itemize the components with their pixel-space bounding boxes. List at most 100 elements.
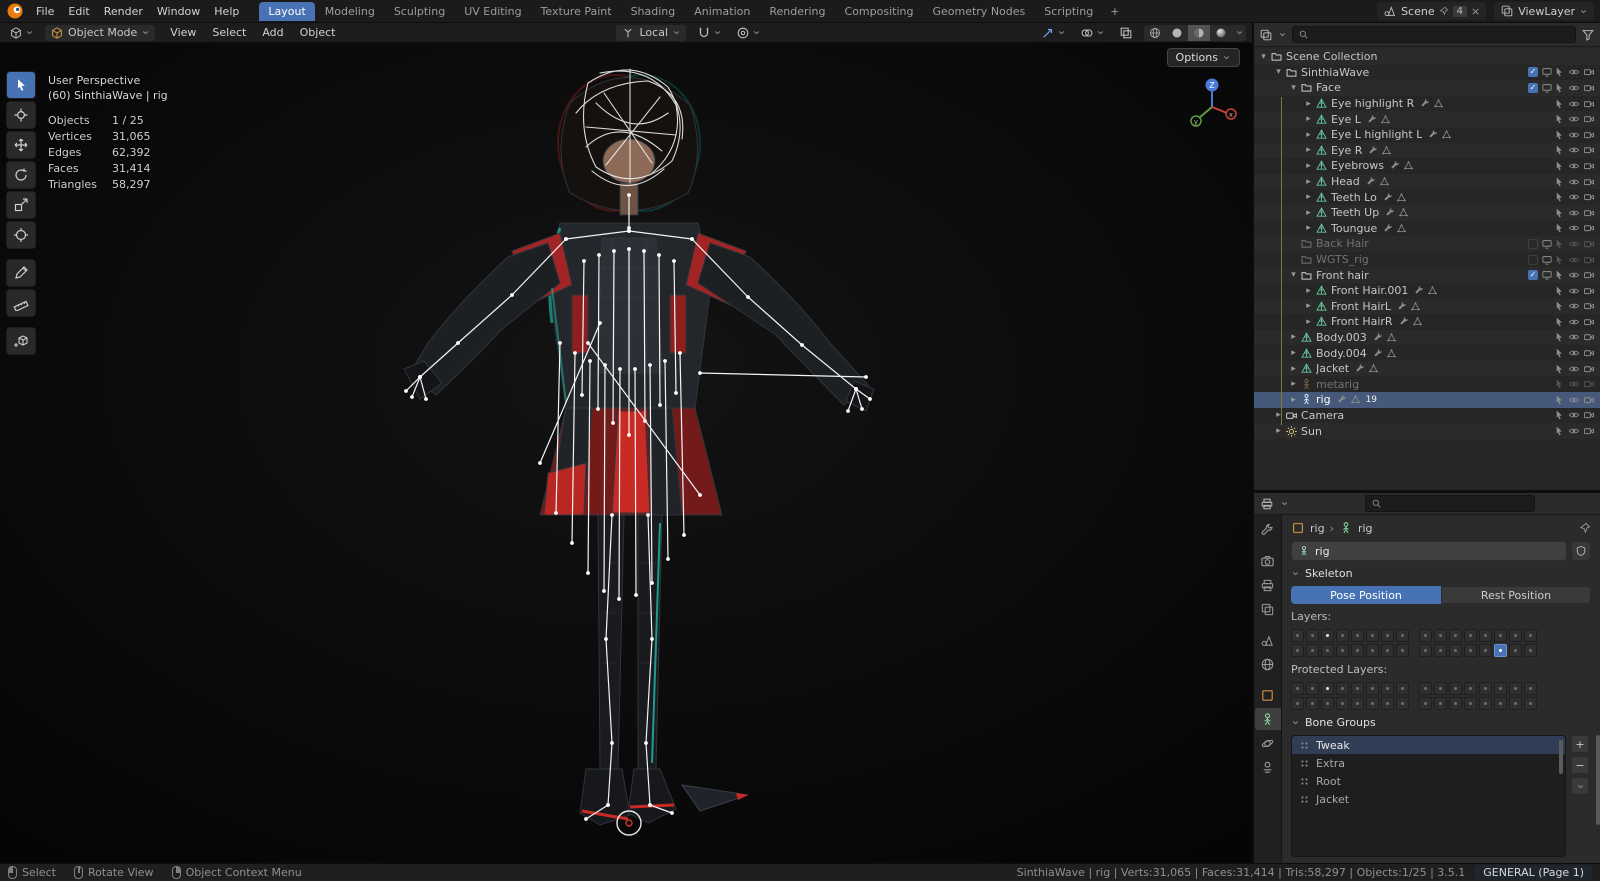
protected-layer-toggle[interactable] — [1366, 682, 1379, 695]
outliner-row[interactable]: Teeth Up — [1254, 204, 1600, 221]
outliner-row[interactable]: Face — [1254, 80, 1600, 96]
protected-layer-toggle[interactable] — [1509, 697, 1522, 710]
expand-arrow-icon[interactable] — [1273, 67, 1284, 77]
mode-dropdown[interactable]: Object Mode — [45, 24, 156, 41]
expand-arrow-icon[interactable] — [1303, 99, 1314, 109]
outliner-row[interactable]: WGTS_rig — [1254, 252, 1600, 268]
properties-editor-chevron[interactable] — [1280, 499, 1289, 508]
disable-render-camera-icon[interactable] — [1583, 207, 1595, 219]
layer-toggle[interactable] — [1321, 629, 1334, 642]
datablock-name-input[interactable] — [1315, 544, 1560, 558]
selectable-icon[interactable] — [1553, 254, 1565, 266]
layer-toggle[interactable] — [1381, 629, 1394, 642]
layer-toggle[interactable] — [1464, 644, 1477, 657]
expand-arrow-icon[interactable] — [1303, 301, 1314, 311]
outliner-editor-icon[interactable] — [1259, 28, 1273, 42]
disable-render-camera-icon[interactable] — [1583, 160, 1595, 172]
hide-viewport-eye-icon[interactable] — [1568, 66, 1580, 78]
workspace-tab[interactable]: Texture Paint — [532, 2, 621, 21]
tool-cursor[interactable] — [6, 101, 36, 129]
protected-layer-toggle[interactable] — [1479, 682, 1492, 695]
protected-layer-toggle[interactable] — [1464, 682, 1477, 695]
viewport-menu-item[interactable]: Select — [205, 24, 253, 41]
layer-toggle[interactable] — [1396, 644, 1409, 657]
fake-user-button[interactable] — [1571, 541, 1591, 561]
menu-item[interactable]: File — [29, 3, 61, 20]
outliner-row[interactable]: Eye R — [1254, 142, 1600, 159]
layer-toggle[interactable] — [1336, 629, 1349, 642]
protected-layer-toggle[interactable] — [1381, 697, 1394, 710]
layer-toggle[interactable] — [1366, 644, 1379, 657]
layer-toggle[interactable] — [1419, 644, 1432, 657]
menu-item[interactable]: Window — [150, 3, 207, 20]
expand-arrow-icon[interactable] — [1288, 332, 1299, 342]
disable-render-camera-icon[interactable] — [1583, 66, 1595, 78]
bone-groups-section-header[interactable]: Bone Groups — [1291, 716, 1591, 729]
expand-arrow-icon[interactable] — [1303, 177, 1314, 187]
disable-render-camera-icon[interactable] — [1583, 425, 1595, 437]
disable-render-camera-icon[interactable] — [1583, 331, 1595, 343]
layer-toggle[interactable] — [1351, 629, 1364, 642]
hide-viewport-eye-icon[interactable] — [1568, 347, 1580, 359]
outliner-row[interactable]: SinthiaWave — [1254, 65, 1600, 81]
protected-layer-toggle[interactable] — [1524, 682, 1537, 695]
scene-selector[interactable]: Scene 4 × — [1377, 2, 1487, 20]
layer-toggle[interactable] — [1449, 629, 1462, 642]
bone-group-specials-button[interactable] — [1571, 777, 1589, 795]
selectable-icon[interactable] — [1553, 222, 1565, 234]
layer-toggle[interactable] — [1419, 629, 1432, 642]
selectable-icon[interactable] — [1553, 98, 1565, 110]
expand-arrow-icon[interactable] — [1288, 395, 1299, 405]
menu-item[interactable]: Edit — [61, 3, 96, 20]
disable-render-camera-icon[interactable] — [1583, 347, 1595, 359]
tool-move[interactable] — [6, 131, 36, 159]
expand-arrow-icon[interactable] — [1288, 379, 1299, 389]
disable-render-camera-icon[interactable] — [1583, 285, 1595, 297]
disable-render-camera-icon[interactable] — [1583, 363, 1595, 375]
collection-checkbox[interactable] — [1528, 270, 1538, 281]
workspace-tab[interactable]: Shading — [622, 2, 685, 21]
disable-render-camera-icon[interactable] — [1583, 300, 1595, 312]
workspace-tab[interactable]: Sculpting — [385, 2, 454, 21]
selectable-icon[interactable] — [1553, 160, 1565, 172]
outliner-row[interactable]: Eye highlight R — [1254, 96, 1600, 112]
hide-viewport-eye-icon[interactable] — [1568, 409, 1580, 421]
layer-toggle[interactable] — [1381, 644, 1394, 657]
layer-toggle[interactable] — [1509, 644, 1522, 657]
protected-layer-toggle[interactable] — [1509, 682, 1522, 695]
selectable-icon[interactable] — [1553, 129, 1565, 141]
expand-arrow-icon[interactable] — [1303, 317, 1314, 327]
protected-layer-toggle[interactable] — [1464, 697, 1477, 710]
protected-layer-toggle[interactable] — [1351, 697, 1364, 710]
transform-orientation-dropdown[interactable]: Local — [616, 24, 686, 41]
protected-layer-toggle[interactable] — [1321, 697, 1334, 710]
tool-rotate[interactable] — [6, 161, 36, 189]
outliner-row[interactable]: Scene Collection — [1254, 49, 1600, 65]
protected-layer-toggle[interactable] — [1419, 682, 1432, 695]
disable-render-camera-icon[interactable] — [1583, 269, 1595, 281]
tool-transform[interactable] — [6, 221, 36, 249]
workspace-tab[interactable]: Compositing — [836, 2, 923, 21]
shading-wireframe-button[interactable] — [1144, 25, 1166, 41]
protected-layer-toggle[interactable] — [1291, 682, 1304, 695]
workspace-tab[interactable]: Layout — [259, 1, 315, 21]
hide-viewport-eye-icon[interactable] — [1568, 113, 1580, 125]
disable-render-camera-icon[interactable] — [1583, 409, 1595, 421]
breadcrumb-data[interactable]: rig — [1358, 522, 1373, 535]
collection-checkbox[interactable] — [1528, 254, 1538, 265]
collection-checkbox[interactable] — [1528, 238, 1538, 249]
selectable-icon[interactable] — [1553, 113, 1565, 125]
workspace-tab[interactable]: UV Editing — [455, 2, 530, 21]
bone-group-row[interactable]: Root — [1292, 772, 1565, 790]
layer-toggle[interactable] — [1306, 644, 1319, 657]
outliner-row[interactable]: Body.003 — [1254, 329, 1600, 346]
snap-toggle[interactable] — [694, 25, 725, 41]
show-gizmo-dropdown[interactable] — [1038, 25, 1069, 41]
disable-render-camera-icon[interactable] — [1583, 191, 1595, 203]
hide-viewport-eye-icon[interactable] — [1568, 269, 1580, 281]
expand-arrow-icon[interactable] — [1303, 114, 1314, 124]
expand-arrow-icon[interactable] — [1303, 145, 1314, 155]
selectable-icon[interactable] — [1553, 285, 1565, 297]
protected-layer-toggle[interactable] — [1396, 682, 1409, 695]
properties-search[interactable] — [1365, 495, 1535, 512]
